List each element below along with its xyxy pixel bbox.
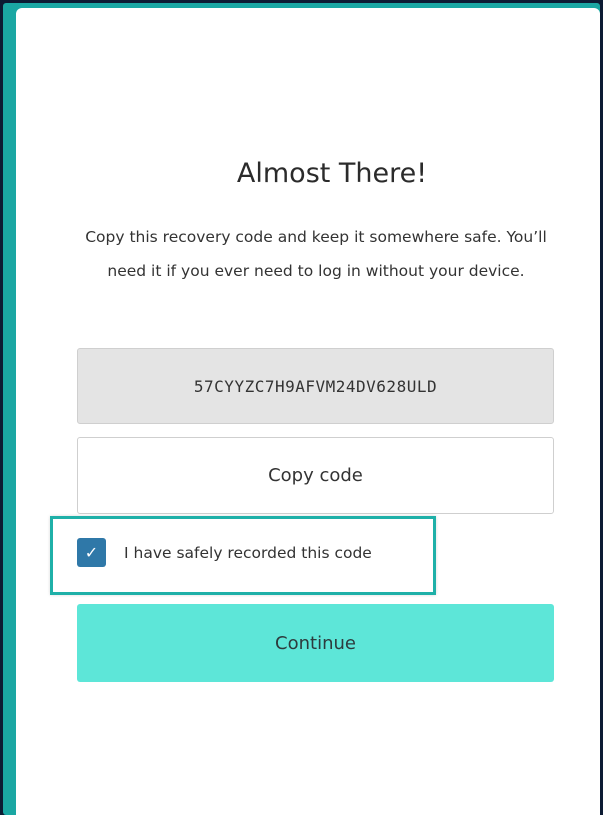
copy-code-button[interactable]: Copy code bbox=[77, 437, 554, 514]
recorded-checkbox[interactable]: ✓ bbox=[77, 538, 106, 567]
continue-button[interactable]: Continue bbox=[77, 604, 554, 682]
dialog-title: Almost There! bbox=[236, 158, 428, 189]
recorded-checkbox-label: I have safely recorded this code bbox=[124, 543, 372, 562]
dialog-description: Copy this recovery code and keep it some… bbox=[85, 228, 547, 280]
recovery-code-field[interactable]: 57CYYZC7H9AFVM24DV628ULD bbox=[77, 348, 554, 424]
checkmark-icon: ✓ bbox=[84, 542, 99, 562]
recorded-checkbox-row[interactable]: ✓ I have safely recorded this code bbox=[77, 538, 372, 567]
